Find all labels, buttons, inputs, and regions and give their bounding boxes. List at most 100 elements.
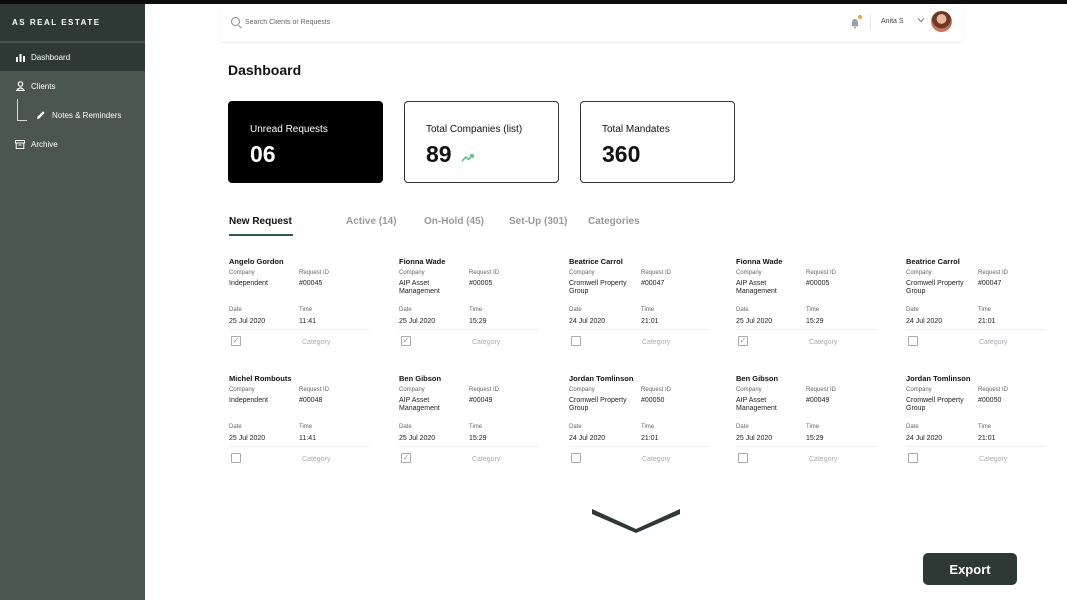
category-label[interactable]: Category — [472, 456, 500, 463]
archive-box-icon — [15, 139, 25, 149]
tab-set-up[interactable]: Set-Up (301) — [509, 216, 567, 227]
sidebar-item-label: Notes & Reminders — [52, 110, 122, 120]
request-card[interactable]: Ben Gibson Company Request ID AIP Asset Man… — [399, 374, 539, 480]
request-card[interactable]: Jordan Tomlinson Company Request ID Cromwel… — [569, 374, 709, 480]
stat-card-total-mandates[interactable]: Total Mandates 360 — [580, 101, 735, 183]
tab-categories[interactable]: Categories — [588, 216, 640, 227]
request-card[interactable]: Angelo Gordon Company Request ID Independen… — [229, 257, 369, 363]
main-content: Anita S Dashboard Unread Requests 06 Tot… — [145, 4, 1067, 600]
export-button[interactable]: Export — [923, 553, 1017, 585]
date-label: Date — [229, 307, 242, 313]
stat-card-total-companies[interactable]: Total Companies (list) 89 — [404, 101, 559, 183]
category-label[interactable]: Category — [979, 456, 1007, 463]
company-label: Company — [399, 270, 425, 276]
category-label[interactable]: Category — [809, 339, 837, 346]
notification-dot — [858, 15, 862, 19]
card-divider — [229, 446, 369, 447]
date-label: Date — [906, 307, 919, 313]
sidebar-item-clients[interactable]: Clients — [0, 72, 145, 100]
category-label[interactable]: Category — [642, 456, 670, 463]
time-label: Time — [806, 307, 820, 313]
date-value: 25 Jul 2020 — [736, 435, 773, 442]
date-label: Date — [906, 424, 919, 430]
stat-label: Total Companies (list) — [426, 124, 523, 135]
request-card[interactable]: Beatrice Carrol Company Request ID Cromwell… — [906, 257, 1046, 363]
brand-title: AS REAL ESTATE — [0, 4, 145, 41]
select-checkbox[interactable]: ✓ — [231, 336, 241, 346]
user-icon — [15, 81, 25, 91]
category-label[interactable]: Category — [302, 339, 330, 346]
request-id-label: Request ID — [978, 270, 1009, 276]
requester-name: Ben Gibson — [399, 374, 442, 383]
select-checkbox[interactable]: ✓ — [738, 336, 748, 346]
tab-active[interactable]: Active (14) — [346, 216, 397, 227]
select-checkbox[interactable]: ✓ — [401, 453, 411, 463]
date-label: Date — [736, 307, 749, 313]
category-label[interactable]: Category — [642, 339, 670, 346]
select-checkbox[interactable] — [738, 453, 748, 463]
request-card[interactable]: Jordan Tomlinson Company Request ID Cromwel… — [906, 374, 1046, 480]
sidebar-item-dashboard[interactable]: Dashboard — [0, 43, 145, 71]
bell-icon[interactable] — [850, 15, 862, 29]
date-label: Date — [229, 424, 242, 430]
tab-on-hold[interactable]: On-Hold (45) — [424, 216, 484, 227]
bar-chart-icon — [15, 52, 25, 62]
select-checkbox[interactable] — [908, 453, 918, 463]
request-id-value: #00005 — [469, 280, 493, 287]
avatar[interactable] — [931, 11, 952, 32]
company-value: Cromwell Property Group — [569, 397, 627, 412]
sidebar: AS REAL ESTATE Dashboard Clients Notes &… — [0, 4, 145, 600]
request-id-value: #00049 — [469, 397, 493, 404]
category-label[interactable]: Category — [472, 339, 500, 346]
request-card[interactable]: Fionna Wade Company Request ID AIP Asset Ma… — [399, 257, 539, 363]
time-label: Time — [641, 424, 655, 430]
requester-name: Ben Gibson — [736, 374, 779, 383]
stat-card-unread-requests[interactable]: Unread Requests 06 — [228, 101, 383, 183]
select-checkbox[interactable] — [571, 336, 581, 346]
category-label[interactable]: Category — [302, 456, 330, 463]
select-checkbox[interactable]: ✓ — [401, 336, 411, 346]
request-card[interactable]: Ben Gibson Company Request ID AIP Asset Man… — [736, 374, 876, 480]
stat-number: 06 — [250, 141, 276, 167]
request-id-label: Request ID — [806, 270, 837, 276]
select-checkbox[interactable] — [231, 453, 241, 463]
card-divider — [569, 329, 709, 330]
requester-name: Beatrice Carrol — [569, 257, 623, 266]
sidebar-item-label: Dashboard — [31, 52, 71, 62]
chevron-down-icon[interactable] — [917, 16, 925, 25]
date-label: Date — [736, 424, 749, 430]
date-value: 25 Jul 2020 — [229, 435, 266, 442]
requester-name: Angelo Gordon — [229, 257, 284, 266]
request-card[interactable]: Beatrice Carrol Company Request ID Cromwell… — [569, 257, 709, 363]
request-card[interactable]: Fionna Wade Company Request ID AIP Asset Ma… — [736, 257, 876, 363]
sidebar-item-archive[interactable]: Archive — [0, 130, 145, 158]
request-id-value: #00050 — [641, 397, 665, 404]
select-checkbox[interactable] — [571, 453, 581, 463]
card-divider — [906, 446, 1046, 447]
company-label: Company — [736, 387, 762, 393]
time-value: 15:29 — [469, 435, 487, 442]
date-label: Date — [399, 307, 412, 313]
card-divider — [906, 329, 1046, 330]
company-value: AIP Asset Management — [736, 280, 777, 295]
category-label[interactable]: Category — [979, 339, 1007, 346]
time-value: 15:29 — [806, 318, 824, 325]
tab-new-request[interactable]: New Request — [229, 216, 292, 227]
request-card[interactable]: Michel Rombouts Company Request ID Independ… — [229, 374, 369, 480]
time-value: 15:29 — [469, 318, 487, 325]
request-id-label: Request ID — [299, 387, 330, 393]
sidebar-item-notes-reminders[interactable]: Notes & Reminders — [0, 101, 145, 129]
stat-label: Unread Requests — [250, 124, 328, 135]
search-input[interactable] — [245, 16, 545, 28]
category-label[interactable]: Category — [809, 456, 837, 463]
chevron-down-icon[interactable] — [592, 507, 680, 538]
select-checkbox[interactable] — [908, 336, 918, 346]
user-name[interactable]: Anita S — [881, 18, 904, 25]
date-value: 25 Jul 2020 — [736, 318, 773, 325]
requester-name: Michel Rombouts — [229, 374, 292, 383]
company-value: AIP Asset Management — [399, 280, 440, 295]
search-icon — [231, 17, 240, 26]
company-value: Cromwell Property Group — [569, 280, 627, 295]
company-value: Cromwell Property Group — [906, 397, 964, 412]
sidebar-item-label: Clients — [31, 81, 56, 91]
